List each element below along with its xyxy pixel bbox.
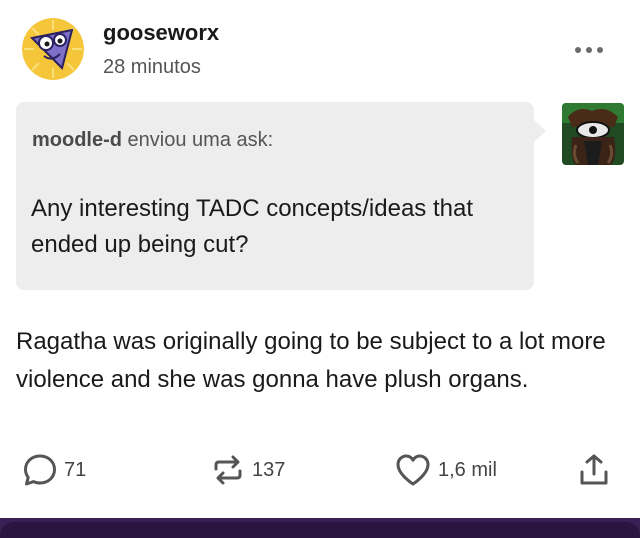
reblog-count: 137: [252, 458, 286, 481]
post-timestamp[interactable]: 28 minutos: [103, 56, 201, 79]
asker-avatar[interactable]: [562, 103, 624, 165]
more-options-button[interactable]: [570, 38, 608, 62]
author-username[interactable]: gooseworx: [103, 20, 219, 46]
more-horizontal-icon: [575, 47, 581, 53]
author-avatar[interactable]: [22, 18, 84, 80]
post-card: gooseworx 28 minutos moodle-d enviou uma…: [0, 0, 640, 518]
reply-button[interactable]: 71: [22, 450, 86, 490]
ask-header: moodle-d enviou uma ask:: [32, 129, 273, 152]
reblog-button[interactable]: 137: [210, 450, 285, 490]
share-button[interactable]: [576, 450, 612, 490]
more-horizontal-icon-dot: [586, 47, 592, 53]
ask-action-text: enviou uma ask:: [122, 129, 274, 151]
like-count: 1,6 mil: [438, 458, 497, 481]
reblog-arrows-icon: [214, 455, 242, 485]
post-answer-text: Ragatha was originally going to be subje…: [16, 328, 606, 393]
ask-bubble-tail: [534, 120, 546, 142]
share-upload-icon: [580, 454, 608, 485]
more-horizontal-icon-dot: [597, 47, 603, 53]
like-button[interactable]: 1,6 mil: [394, 450, 497, 490]
asker-avatar-image: [562, 103, 624, 165]
bottom-bar: [0, 518, 640, 538]
heart-outline-icon: [396, 454, 430, 486]
ask-question: Any interesting TADC concepts/ideas that…: [31, 195, 474, 258]
comment-bubble-icon: [24, 454, 56, 486]
author-avatar-image: [22, 18, 84, 80]
next-post-edge: [0, 522, 640, 538]
asker-username[interactable]: moodle-d: [32, 129, 122, 151]
reply-count: 71: [64, 458, 87, 481]
